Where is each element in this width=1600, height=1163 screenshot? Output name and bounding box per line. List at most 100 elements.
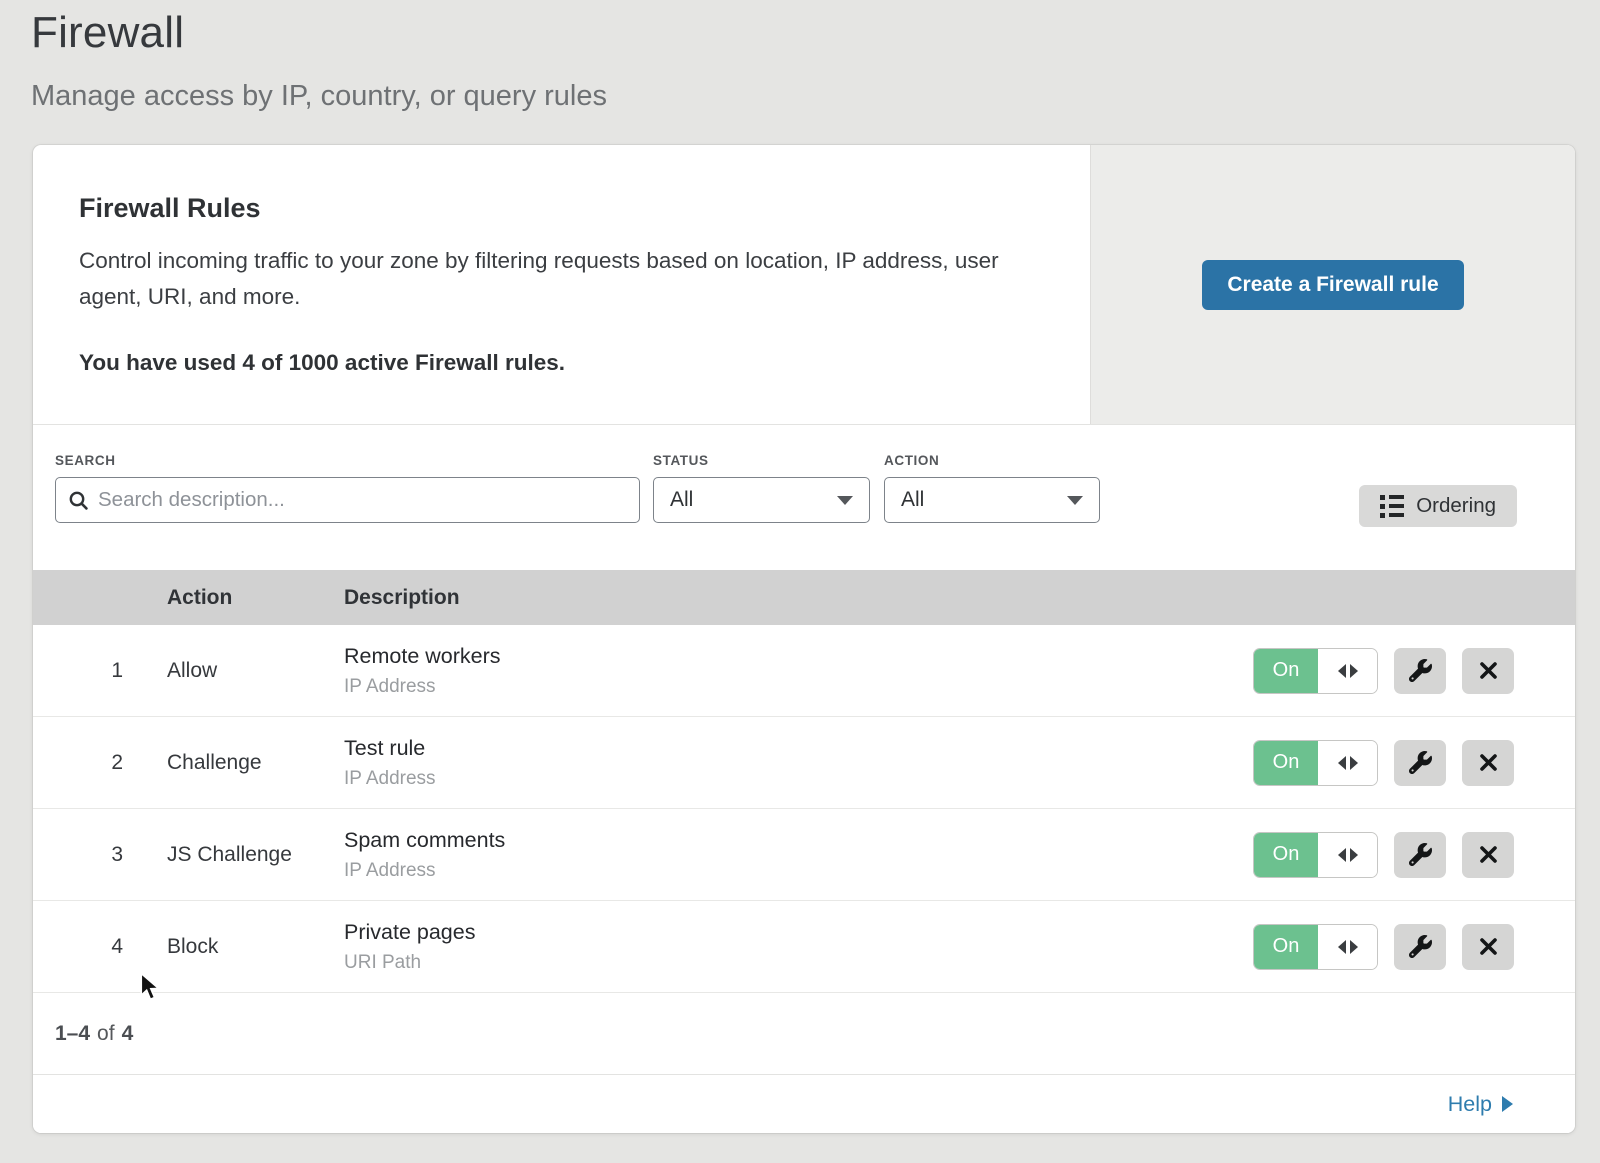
- rule-enabled-toggle[interactable]: On: [1253, 832, 1378, 878]
- toggle-knob[interactable]: [1318, 925, 1377, 969]
- pagination-range: 1–4: [55, 1022, 90, 1046]
- rule-controls: On: [1253, 740, 1575, 786]
- edit-rule-button[interactable]: [1394, 740, 1446, 786]
- filters-section: SEARCH STATUS All ACTION All: [33, 425, 1575, 570]
- close-icon: [1479, 753, 1498, 772]
- rule-controls: On: [1253, 924, 1575, 970]
- close-icon: [1479, 845, 1498, 864]
- ordering-button-label: Ordering: [1416, 494, 1496, 518]
- delete-rule-button[interactable]: [1462, 648, 1514, 694]
- triangle-left-icon: [1338, 848, 1346, 862]
- action-select[interactable]: All: [884, 477, 1100, 523]
- page-title: Firewall: [31, 8, 607, 58]
- search-filter-group: SEARCH: [55, 453, 640, 523]
- toggle-knob[interactable]: [1318, 741, 1377, 785]
- overview-text-block: Firewall Rules Control incoming traffic …: [79, 193, 1079, 376]
- rule-action: Allow: [167, 659, 344, 683]
- firewall-rules-card: Firewall Rules Control incoming traffic …: [33, 145, 1575, 1133]
- wrench-icon: [1409, 751, 1432, 774]
- pagination-bar: 1–4 of 4: [33, 993, 1575, 1075]
- search-label: SEARCH: [55, 453, 640, 468]
- pagination-separator: of: [97, 1022, 115, 1046]
- search-icon: [68, 490, 89, 511]
- edit-rule-button[interactable]: [1394, 924, 1446, 970]
- toggle-knob[interactable]: [1318, 649, 1377, 693]
- usage-summary: You have used 4 of 1000 active Firewall …: [79, 350, 1079, 376]
- wrench-icon: [1409, 843, 1432, 866]
- toggle-knob[interactable]: [1318, 833, 1377, 877]
- rule-match-type: URI Path: [344, 952, 1253, 974]
- delete-rule-button[interactable]: [1462, 740, 1514, 786]
- status-filter-group: STATUS All: [653, 453, 870, 523]
- triangle-right-icon: [1350, 664, 1358, 678]
- action-filter-group: ACTION All: [884, 453, 1100, 523]
- arrow-right-icon: [1502, 1096, 1513, 1112]
- description-column-header: Description: [344, 586, 1575, 610]
- rule-description-cell: Test rule IP Address: [344, 736, 1253, 790]
- toggle-on-label: On: [1254, 741, 1318, 785]
- search-input[interactable]: [98, 488, 627, 512]
- chevron-down-icon: [1067, 496, 1083, 505]
- search-box[interactable]: [55, 477, 640, 523]
- card-footer: Help: [33, 1075, 1575, 1133]
- action-column-header: Action: [167, 586, 344, 610]
- overview-section: Firewall Rules Control incoming traffic …: [33, 145, 1575, 425]
- triangle-left-icon: [1338, 940, 1346, 954]
- toggle-on-label: On: [1254, 925, 1318, 969]
- triangle-right-icon: [1350, 940, 1358, 954]
- rule-match-type: IP Address: [344, 860, 1253, 882]
- triangle-left-icon: [1338, 664, 1346, 678]
- delete-rule-button[interactable]: [1462, 924, 1514, 970]
- edit-rule-button[interactable]: [1394, 648, 1446, 694]
- section-heading: Firewall Rules: [79, 193, 1079, 224]
- rule-enabled-toggle[interactable]: On: [1253, 648, 1378, 694]
- page-header: Firewall Manage access by IP, country, o…: [31, 8, 607, 113]
- delete-rule-button[interactable]: [1462, 832, 1514, 878]
- status-selected-value: All: [670, 488, 693, 512]
- close-icon: [1479, 937, 1498, 956]
- rule-priority: 2: [33, 751, 167, 775]
- table-row: 4 Block Private pages URI Path On: [33, 901, 1575, 993]
- rule-description-cell: Spam comments IP Address: [344, 828, 1253, 882]
- help-link[interactable]: Help: [1448, 1092, 1513, 1117]
- status-select[interactable]: All: [653, 477, 870, 523]
- create-firewall-rule-button[interactable]: Create a Firewall rule: [1202, 260, 1463, 310]
- toggle-on-label: On: [1254, 649, 1318, 693]
- table-row: 2 Challenge Test rule IP Address On: [33, 717, 1575, 809]
- rule-controls: On: [1253, 832, 1575, 878]
- rule-priority: 1: [33, 659, 167, 683]
- rule-description-cell: Private pages URI Path: [344, 920, 1253, 974]
- table-header: Action Description: [33, 570, 1575, 625]
- rule-match-type: IP Address: [344, 676, 1253, 698]
- rule-action: Block: [167, 935, 344, 959]
- ordering-button[interactable]: Ordering: [1359, 485, 1517, 527]
- rule-action: JS Challenge: [167, 843, 344, 867]
- ordered-list-icon: [1380, 495, 1404, 518]
- create-rule-panel: Create a Firewall rule: [1090, 145, 1575, 424]
- page-subtitle: Manage access by IP, country, or query r…: [31, 80, 607, 113]
- edit-rule-button[interactable]: [1394, 832, 1446, 878]
- table-row: 1 Allow Remote workers IP Address On: [33, 625, 1575, 717]
- chevron-down-icon: [837, 496, 853, 505]
- rule-description-cell: Remote workers IP Address: [344, 644, 1253, 698]
- rule-description: Test rule: [344, 736, 1253, 761]
- toggle-on-label: On: [1254, 833, 1318, 877]
- rule-enabled-toggle[interactable]: On: [1253, 924, 1378, 970]
- rule-priority: 4: [33, 935, 167, 959]
- triangle-left-icon: [1338, 756, 1346, 770]
- table-body: 1 Allow Remote workers IP Address On: [33, 625, 1575, 993]
- action-label: ACTION: [884, 453, 1100, 468]
- table-row: 3 JS Challenge Spam comments IP Address …: [33, 809, 1575, 901]
- action-selected-value: All: [901, 488, 924, 512]
- rule-match-type: IP Address: [344, 768, 1253, 790]
- rule-description: Spam comments: [344, 828, 1253, 853]
- triangle-right-icon: [1350, 848, 1358, 862]
- close-icon: [1479, 661, 1498, 680]
- rule-description: Private pages: [344, 920, 1253, 945]
- pagination-total: 4: [122, 1022, 134, 1046]
- wrench-icon: [1409, 659, 1432, 682]
- status-label: STATUS: [653, 453, 870, 468]
- section-description: Control incoming traffic to your zone by…: [79, 243, 1029, 315]
- rule-description: Remote workers: [344, 644, 1253, 669]
- rule-enabled-toggle[interactable]: On: [1253, 740, 1378, 786]
